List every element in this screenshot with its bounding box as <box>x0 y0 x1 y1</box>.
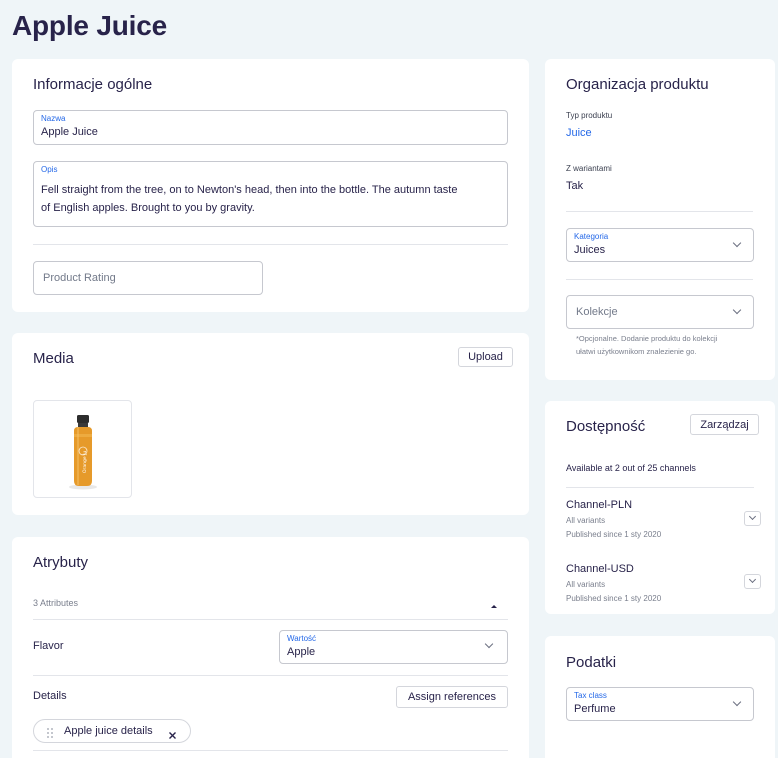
channel-name: Channel-USD <box>566 563 634 575</box>
product-rating-placeholder: Product Rating <box>43 272 116 284</box>
flavor-field-label: Wartość <box>287 634 317 643</box>
tax-class-label: Tax class <box>574 691 607 700</box>
manage-button[interactable]: Zarządzaj <box>690 414 759 435</box>
bottle-label-text: Orange Ju <box>82 451 88 473</box>
organization-divider-2 <box>566 279 753 280</box>
chevron-down-icon <box>748 512 757 521</box>
channel-variants: All variants <box>566 580 606 589</box>
chevron-down-icon <box>732 238 742 248</box>
availability-divider <box>566 487 754 488</box>
organization-divider-1 <box>566 211 753 212</box>
availability-card: Dostępność Zarządzaj Available at 2 out … <box>545 401 775 614</box>
collections-select[interactable]: Kolekcje <box>566 295 754 329</box>
attributes-card: Atrybuty 3 Attributes Flavor Wartość App… <box>12 537 529 758</box>
name-field[interactable]: Nazwa Apple Juice <box>33 110 508 145</box>
general-info-card: Informacje ogólne Nazwa Apple Juice Opis… <box>12 59 529 312</box>
description-line-1: Fell straight from the tree, on to Newto… <box>41 184 458 196</box>
flavor-label: Flavor <box>33 640 64 652</box>
attributes-divider-1 <box>33 619 508 620</box>
chevron-down-icon <box>732 305 742 315</box>
chevron-down-icon <box>484 639 494 649</box>
media-thumbnail[interactable]: Orange Ju <box>33 400 132 498</box>
category-select[interactable]: Kategoria Juices <box>566 228 754 262</box>
organization-card: Organizacja produktu Typ produktu Juice … <box>545 59 775 380</box>
reference-chip[interactable]: Apple juice details <box>33 719 191 743</box>
product-type-link[interactable]: Juice <box>566 127 592 139</box>
availability-title: Dostępność <box>566 418 646 435</box>
general-info-title: Informacje ogólne <box>33 76 153 93</box>
channel-published: Published since 1 sty 2020 <box>566 594 662 603</box>
description-field-label: Opis <box>41 165 58 174</box>
assign-references-button[interactable]: Assign references <box>396 686 508 708</box>
upload-button[interactable]: Upload <box>458 347 513 367</box>
collections-help-line-1: *Opcjonalne. Dodanie produktu do kolekcj… <box>576 334 718 343</box>
attributes-title: Atrybuty <box>33 554 89 571</box>
product-type-label: Typ produktu <box>566 111 613 120</box>
taxes-title: Podatki <box>566 654 617 671</box>
category-field-label: Kategoria <box>574 232 609 241</box>
name-field-value: Apple Juice <box>41 126 98 138</box>
media-card: Media Upload Orange Ju <box>12 333 529 515</box>
expand-channel-button[interactable] <box>744 511 761 526</box>
juice-bottle-icon: Orange Ju <box>69 415 97 490</box>
variants-label: Z wariantami <box>566 164 612 173</box>
description-field[interactable]: Opis Fell straight from the tree, on to … <box>33 161 508 227</box>
collections-placeholder: Kolekcje <box>576 306 618 318</box>
chevron-down-icon <box>732 697 742 707</box>
organization-title: Organizacja produktu <box>566 76 709 93</box>
tax-class-select[interactable]: Tax class Perfume <box>566 687 754 721</box>
flavor-select[interactable]: Wartość Apple <box>279 630 508 664</box>
close-icon[interactable] <box>168 727 177 739</box>
attributes-count: 3 Attributes <box>33 598 79 608</box>
reference-chip-label: Apple juice details <box>64 725 153 737</box>
collections-help-line-2: ułatwi użytkownikom znalezienie go. <box>576 347 697 356</box>
drag-handle-icon[interactable] <box>46 726 54 738</box>
name-field-label: Nazwa <box>41 114 66 123</box>
chevron-down-icon <box>748 575 757 584</box>
channel-published: Published since 1 sty 2020 <box>566 530 662 539</box>
attributes-divider-2 <box>33 675 508 676</box>
availability-summary: Available at 2 out of 25 channels <box>566 463 696 473</box>
attributes-divider-3 <box>33 750 508 751</box>
collapse-attributes-icon[interactable] <box>489 597 499 608</box>
expand-channel-button[interactable] <box>744 574 761 589</box>
page-title: Apple Juice <box>12 10 167 41</box>
product-rating-input[interactable]: Product Rating <box>33 261 263 295</box>
media-title: Media <box>33 350 74 367</box>
taxes-card: Podatki Tax class Perfume <box>545 636 775 758</box>
variants-value: Tak <box>566 180 584 192</box>
details-label: Details <box>33 690 67 702</box>
description-line-2: of English apples. Brought to you by gra… <box>41 202 255 214</box>
channel-variants: All variants <box>566 516 606 525</box>
tax-class-value: Perfume <box>574 703 616 715</box>
channel-name: Channel-PLN <box>566 499 633 511</box>
flavor-field-value: Apple <box>287 646 316 658</box>
category-field-value: Juices <box>574 244 606 256</box>
general-divider <box>33 244 508 245</box>
